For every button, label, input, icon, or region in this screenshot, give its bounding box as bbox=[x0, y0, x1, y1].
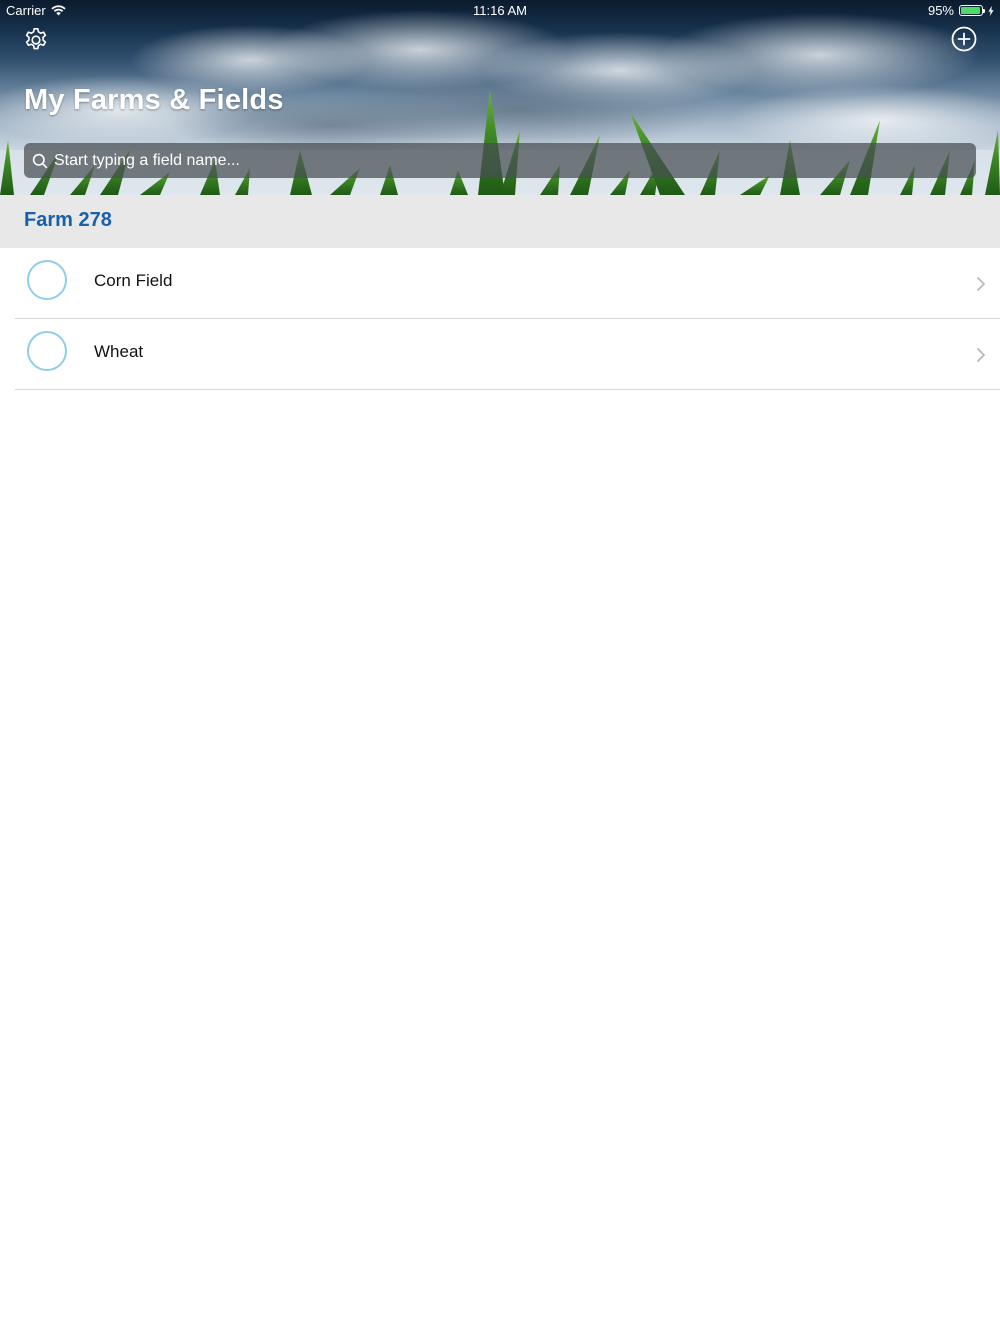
battery-level-fill bbox=[961, 7, 980, 14]
field-list: Corn Field Wheat bbox=[0, 248, 1000, 390]
header: Carrier 11:16 AM 95% My Farms & Fields S… bbox=[0, 0, 1000, 195]
farm-section-header: Farm 278 bbox=[0, 195, 1000, 248]
search-icon-wrap bbox=[26, 143, 54, 178]
search-input[interactable] bbox=[54, 143, 976, 178]
page-title: My Farms & Fields bbox=[24, 84, 284, 116]
field-name: Corn Field bbox=[94, 271, 173, 290]
field-status-circle bbox=[27, 260, 67, 300]
field-name: Wheat bbox=[94, 342, 144, 361]
farm-name: Farm 278 bbox=[24, 209, 112, 231]
battery-icon bbox=[959, 5, 985, 16]
status-battery: 95% bbox=[928, 3, 994, 18]
chevron-right-icon bbox=[977, 277, 985, 291]
charging-bolt-icon bbox=[988, 5, 994, 16]
status-bar: Carrier 11:16 AM 95% bbox=[0, 0, 1000, 22]
gear-icon bbox=[25, 28, 47, 50]
battery-percentage: 95% bbox=[927, 3, 954, 18]
plus-circle-icon bbox=[951, 26, 977, 52]
field-row-corn-field[interactable]: Corn Field bbox=[15, 248, 1000, 319]
chevron-right-icon bbox=[977, 348, 985, 362]
settings-button[interactable] bbox=[20, 24, 52, 56]
search-icon bbox=[32, 153, 48, 168]
search-bar[interactable] bbox=[24, 143, 976, 178]
status-time: 11:16 AM bbox=[473, 3, 527, 18]
field-status-circle bbox=[27, 331, 67, 371]
add-button[interactable] bbox=[950, 25, 978, 53]
field-row-wheat[interactable]: Wheat bbox=[15, 319, 1000, 390]
